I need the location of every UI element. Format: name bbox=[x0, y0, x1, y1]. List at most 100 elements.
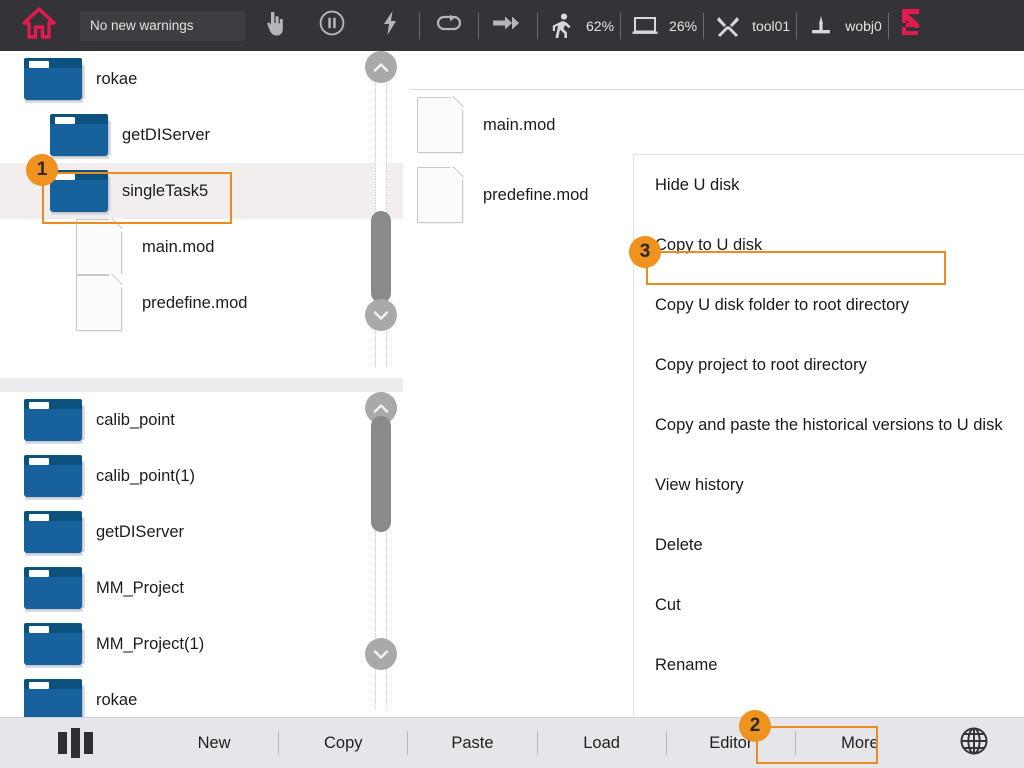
tree-scrollbar[interactable] bbox=[365, 51, 399, 378]
bottom-toolbar-button-label: More bbox=[841, 734, 879, 753]
speed-indicator[interactable]: 62% bbox=[538, 0, 620, 51]
bottom-toolbar-button-editor[interactable]: Editor bbox=[667, 718, 795, 768]
home-button[interactable] bbox=[0, 0, 78, 51]
language-button[interactable] bbox=[924, 718, 1024, 768]
context-menu-item[interactable]: Rename bbox=[634, 635, 1024, 695]
list-item[interactable]: MM_Project(1) bbox=[0, 616, 403, 672]
folder-list-panel[interactable]: calib_point calib_point(1) getDIServer MM_P… bbox=[0, 392, 403, 717]
list-item[interactable]: calib_point(1) bbox=[0, 448, 403, 504]
step-badge-3: 3 bbox=[629, 236, 661, 268]
bottom-toolbar-button-new[interactable]: New bbox=[150, 718, 278, 768]
tree-scroll-up-button[interactable] bbox=[365, 51, 397, 83]
context-menu-item[interactable]: Copy U disk folder to root directory bbox=[634, 275, 1024, 335]
tree-row[interactable]: predefine.mod bbox=[0, 275, 403, 331]
file-pane-header bbox=[410, 51, 1024, 90]
robot-status-button[interactable] bbox=[889, 0, 933, 51]
list-scroll-thumb[interactable] bbox=[371, 416, 391, 532]
warning-status-box[interactable]: No new warnings bbox=[80, 11, 245, 41]
file-item[interactable]: main.mod bbox=[403, 90, 1024, 160]
tree-row[interactable]: main.mod bbox=[0, 219, 403, 275]
bottom-toolbar-button-label: Copy bbox=[324, 734, 363, 753]
workobject-indicator[interactable]: wobj0 bbox=[797, 0, 888, 51]
context-menu-item-label: Copy project to root directory bbox=[655, 356, 867, 375]
list-item-label: calib_point(1) bbox=[96, 467, 195, 486]
list-scroll-down-button[interactable] bbox=[365, 638, 397, 670]
tool-value: tool01 bbox=[752, 18, 790, 34]
tool-indicator[interactable]: tool01 bbox=[704, 0, 796, 51]
tree-row[interactable]: singleTask5 bbox=[0, 163, 403, 219]
folder-icon bbox=[24, 623, 82, 665]
screen-indicator[interactable]: 26% bbox=[621, 0, 703, 51]
step-badge-2: 2 bbox=[739, 710, 771, 742]
hand-pointer-icon bbox=[266, 11, 283, 41]
list-item-label: rokae bbox=[96, 691, 137, 710]
panel-toggle-button[interactable] bbox=[0, 718, 150, 768]
motor-power-button[interactable] bbox=[361, 0, 419, 51]
left-column: rokaegetDIServersingleTask5main.modprede… bbox=[0, 51, 403, 717]
context-menu-item[interactable]: Delete bbox=[634, 515, 1024, 575]
file-pane-body: main.mod predefine.mod Hide U disk Copy to… bbox=[403, 90, 1024, 717]
bottom-toolbar-button-load[interactable]: Load bbox=[538, 718, 666, 768]
context-menu-item[interactable]: Copy to U disk bbox=[634, 215, 1024, 275]
file-icon bbox=[76, 275, 122, 331]
tree-row-label: main.mod bbox=[142, 238, 214, 257]
file-icon bbox=[76, 219, 122, 275]
context-menu-item-label: Copy and paste the historical versions t… bbox=[655, 416, 1003, 435]
workobject-value: wobj0 bbox=[845, 18, 882, 34]
tree-scroll-thumb[interactable] bbox=[371, 211, 391, 303]
bottom-toolbar-button-paste[interactable]: Paste bbox=[408, 718, 536, 768]
list-item[interactable]: getDIServer bbox=[0, 504, 403, 560]
pause-button[interactable] bbox=[303, 0, 361, 51]
folder-icon bbox=[24, 455, 82, 497]
context-menu-item[interactable]: Cut bbox=[634, 575, 1024, 635]
tree-row[interactable]: getDIServer bbox=[0, 107, 403, 163]
context-menu-item[interactable]: Copy and paste the historical versions t… bbox=[634, 395, 1024, 455]
folder-icon bbox=[24, 567, 82, 609]
tree-row-label: predefine.mod bbox=[142, 294, 248, 313]
list-item-label: MM_Project(1) bbox=[96, 635, 204, 654]
main-content: rokaegetDIServersingleTask5main.modprede… bbox=[0, 51, 1024, 717]
context-menu-item-label: Hide U disk bbox=[655, 176, 739, 195]
list-item[interactable]: calib_point bbox=[0, 392, 403, 448]
pause-circle-icon bbox=[319, 10, 345, 41]
cycle-mode-button[interactable] bbox=[420, 0, 478, 51]
tree-scroll-down-button[interactable] bbox=[365, 299, 397, 331]
context-menu-item[interactable]: Copy project to root directory bbox=[634, 335, 1024, 395]
project-tree-panel[interactable]: rokaegetDIServersingleTask5 main.mod prede… bbox=[0, 51, 403, 378]
panel-bars-icon bbox=[56, 728, 95, 758]
list-scrollbar[interactable] bbox=[365, 392, 399, 717]
hand-pointer-button[interactable] bbox=[245, 0, 303, 51]
loop-cycle-icon bbox=[435, 12, 463, 39]
file-icon bbox=[417, 167, 463, 223]
tree-row[interactable]: rokae bbox=[0, 51, 403, 107]
folder-icon bbox=[24, 511, 82, 553]
bottom-toolbar-button-more[interactable]: More bbox=[796, 718, 924, 768]
list-item[interactable]: MM_Project bbox=[0, 560, 403, 616]
bottom-toolbar-button-label: New bbox=[198, 734, 231, 753]
context-menu-item-label: View history bbox=[655, 476, 744, 495]
bottom-toolbar-button-copy[interactable]: Copy bbox=[279, 718, 407, 768]
screen-value: 26% bbox=[669, 18, 697, 34]
chevron-down-icon bbox=[373, 649, 389, 660]
speed-value: 62% bbox=[586, 18, 614, 34]
project-tree-rows: rokaegetDIServersingleTask5 main.mod prede… bbox=[0, 51, 403, 331]
folder-icon bbox=[24, 399, 82, 441]
chevron-up-icon bbox=[373, 403, 389, 414]
file-item-label: predefine.mod bbox=[483, 186, 589, 205]
monitor-icon bbox=[627, 16, 663, 36]
context-menu-item[interactable]: View history bbox=[634, 455, 1024, 515]
panel-divider bbox=[0, 378, 403, 392]
context-menu-item-label: Rename bbox=[655, 656, 717, 675]
context-menu-item[interactable]: Hide U disk bbox=[634, 155, 1024, 215]
step-forward-button[interactable] bbox=[479, 0, 537, 51]
list-item-label: getDIServer bbox=[96, 523, 184, 542]
context-menu[interactable]: Hide U disk Copy to U diskCopy U disk fol… bbox=[633, 154, 1024, 756]
lightning-bolt-icon bbox=[382, 10, 398, 41]
warning-text: No new warnings bbox=[90, 18, 194, 33]
bottom-toolbar: New Copy Paste Load Editor More bbox=[0, 717, 1024, 768]
file-item-label: main.mod bbox=[483, 116, 555, 135]
home-icon bbox=[22, 7, 56, 44]
list-item[interactable]: rokae bbox=[0, 672, 403, 717]
top-status-bar: No new warnings bbox=[0, 0, 1024, 51]
bottom-toolbar-button-label: Load bbox=[583, 734, 620, 753]
